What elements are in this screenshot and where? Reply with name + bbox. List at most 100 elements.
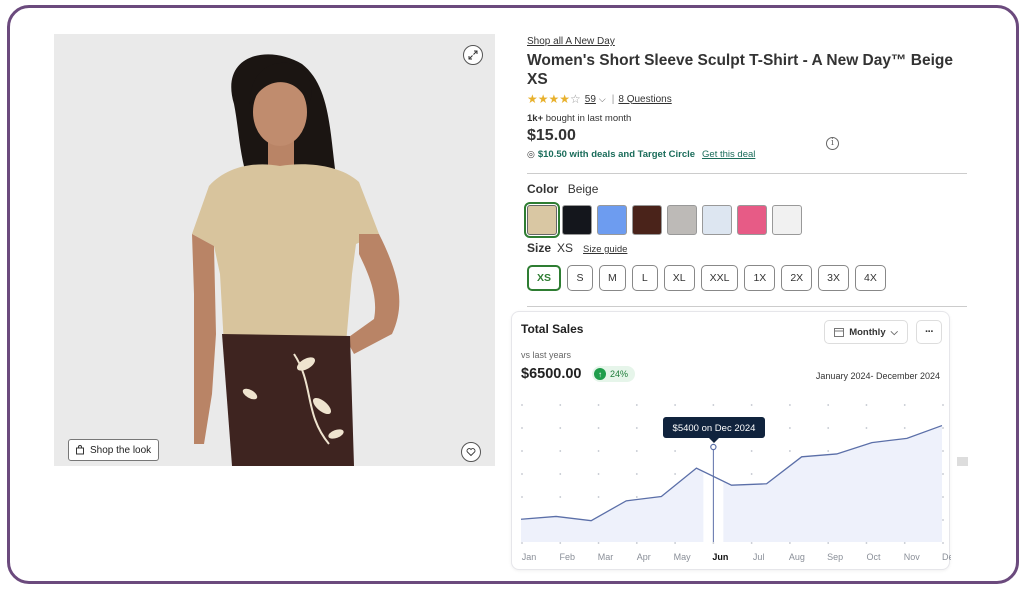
grid-dot xyxy=(789,542,791,544)
grid-dot xyxy=(674,450,676,452)
period-dropdown[interactable]: Monthly ⌵ xyxy=(824,320,908,344)
get-deal-link[interactable]: Get this deal xyxy=(702,149,755,160)
x-tick-label: Dec xyxy=(942,552,951,562)
questions-link[interactable]: 8 Questions xyxy=(618,94,671,105)
info-icon[interactable]: i xyxy=(826,137,839,150)
grid-dot xyxy=(521,404,523,406)
grid-dot xyxy=(674,473,676,475)
grid-dot xyxy=(712,542,715,544)
area-fill xyxy=(521,425,942,542)
x-tick-label: Jan xyxy=(522,552,537,562)
color-label: Color xyxy=(527,182,559,196)
size-option-s[interactable]: S xyxy=(567,265,594,291)
grid-dot xyxy=(559,450,562,452)
x-tick-label: May xyxy=(674,552,692,562)
size-option-3x[interactable]: 3X xyxy=(818,265,849,291)
grid-dot xyxy=(559,404,562,406)
grid-dot xyxy=(865,404,868,406)
target-circle-icon: ◎ xyxy=(527,149,535,159)
color-row: Color Beige xyxy=(527,182,598,196)
deal-text: $10.50 with deals and Target Circle xyxy=(537,149,696,160)
grid-dot xyxy=(559,427,562,429)
scroll-tab xyxy=(957,457,968,466)
shop-the-look-label: Shop the look xyxy=(90,444,152,456)
chevron-down-icon: ⌵ xyxy=(890,326,898,338)
divider xyxy=(527,173,967,174)
x-tick-label: Jun xyxy=(712,552,728,562)
grid-dot xyxy=(521,450,523,452)
grid-dot xyxy=(789,427,791,429)
color-swatch-blue[interactable] xyxy=(597,205,627,235)
x-tick-label: Apr xyxy=(637,552,651,562)
size-guide-link[interactable]: Size guide xyxy=(583,244,627,255)
bag-icon xyxy=(76,445,84,455)
color-swatches xyxy=(524,202,802,238)
size-option-1x[interactable]: 1X xyxy=(744,265,776,291)
grid-dot xyxy=(827,542,830,544)
price: $15.00 xyxy=(527,127,576,144)
x-tick-label: Oct xyxy=(866,552,881,562)
grid-dot xyxy=(750,404,753,406)
chevron-down-icon[interactable]: ⌵ xyxy=(599,94,606,105)
model-photo xyxy=(192,54,400,466)
grid-dot xyxy=(635,473,638,475)
grid-dot xyxy=(597,427,600,429)
grid-dot xyxy=(942,496,944,498)
grid-dot xyxy=(903,542,906,544)
grid-dot xyxy=(942,519,944,521)
bought-text: bought in last month xyxy=(543,113,632,124)
grid-dot xyxy=(865,427,868,429)
size-option-m[interactable]: M xyxy=(599,265,626,291)
grid-dot xyxy=(521,473,523,475)
size-options: XS S M L XL XXL 1X 2X 3X 4X xyxy=(527,265,886,291)
size-option-l[interactable]: L xyxy=(631,265,658,291)
divider xyxy=(527,306,967,307)
size-option-4x[interactable]: 4X xyxy=(855,265,886,291)
expand-icon[interactable] xyxy=(463,45,483,65)
color-swatch-pink[interactable] xyxy=(737,205,767,235)
change-value: 24% xyxy=(610,369,629,379)
product-image[interactable]: Shop the look xyxy=(54,34,495,466)
grid-dot xyxy=(559,473,562,475)
grid-dot xyxy=(521,427,523,429)
grid-dot xyxy=(750,450,753,452)
size-option-xl[interactable]: XL xyxy=(663,265,695,291)
grid-dot xyxy=(750,473,753,475)
period-label: Monthly xyxy=(849,326,886,338)
rating-count[interactable]: 59 xyxy=(585,94,596,105)
total-value: $6500.00 xyxy=(521,366,582,382)
separator: | xyxy=(611,93,615,105)
grid-dot xyxy=(903,404,906,406)
heart-icon[interactable] xyxy=(461,442,481,462)
more-options-icon[interactable]: ··· xyxy=(916,320,942,344)
grid-dot xyxy=(559,542,562,544)
product-title: Women's Short Sleeve Sculpt T-Shirt - A … xyxy=(527,52,954,88)
color-swatch-gray[interactable] xyxy=(667,205,697,235)
size-option-xs[interactable]: XS xyxy=(527,265,562,291)
color-swatch-black[interactable] xyxy=(562,205,592,235)
grid-dot xyxy=(674,542,676,544)
grid-dot xyxy=(597,496,600,498)
grid-dot xyxy=(942,542,944,544)
color-swatch-brown[interactable] xyxy=(632,205,662,235)
grid-dot xyxy=(827,450,830,452)
brand-link[interactable]: Shop all A New Day xyxy=(527,36,615,47)
bought-count: 1k+ xyxy=(527,113,544,124)
rating-stars: ★★★★☆ xyxy=(527,92,581,106)
grid-dot xyxy=(865,542,868,544)
grid-dot xyxy=(635,542,638,544)
grid-dot xyxy=(635,496,638,498)
grid-dot xyxy=(597,404,600,406)
size-option-xxl[interactable]: XXL xyxy=(700,265,739,291)
color-swatch-light-blue[interactable] xyxy=(702,205,732,235)
color-swatch-beige[interactable] xyxy=(524,202,560,238)
tooltip-text: $5400 on Dec 2024 xyxy=(673,423,756,434)
color-value: Beige xyxy=(567,182,599,196)
size-option-2x[interactable]: 2X xyxy=(781,265,813,291)
color-swatch-white[interactable] xyxy=(772,205,802,235)
shop-the-look-button[interactable]: Shop the look xyxy=(68,439,160,461)
highlight-point xyxy=(710,443,717,451)
x-tick-label: Mar xyxy=(598,552,614,562)
grid-dot xyxy=(942,404,944,406)
grid-dot xyxy=(635,404,638,406)
